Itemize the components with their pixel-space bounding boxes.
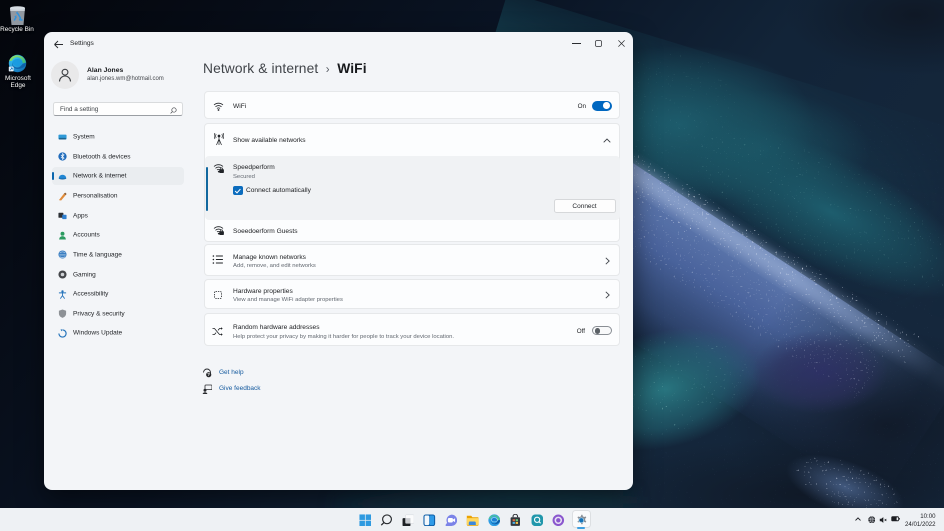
svg-text:?: ? [207, 372, 210, 377]
